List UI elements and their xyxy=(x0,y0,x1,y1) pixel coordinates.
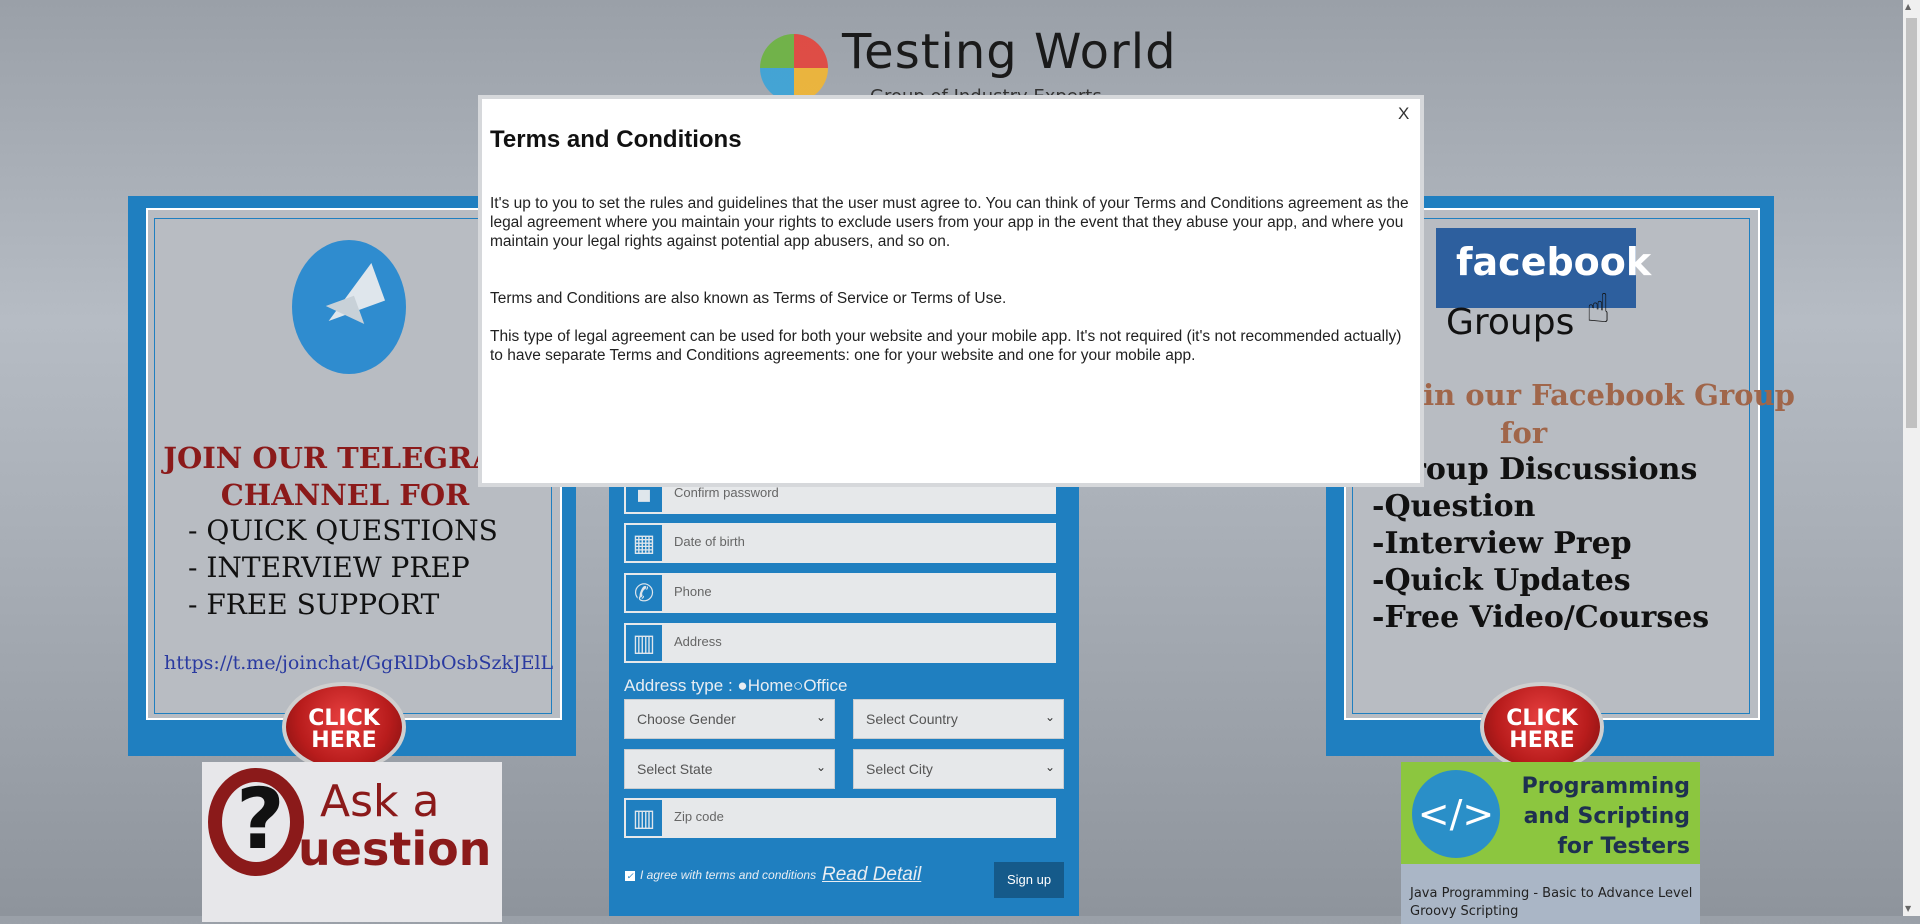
chevron-down-icon: ⌄ xyxy=(1044,760,1055,774)
facebook-heading-for: for xyxy=(1500,416,1548,450)
facebook-groups-text: Groups xyxy=(1446,302,1575,343)
zip-code-field[interactable]: ▥ Zip code xyxy=(624,798,1056,838)
agree-checkbox[interactable]: ✓ xyxy=(624,869,636,882)
read-detail-link[interactable]: Read Detail xyxy=(822,864,921,886)
phone-field[interactable]: ✆ Phone xyxy=(624,573,1056,613)
state-select[interactable]: Select State ⌄ xyxy=(624,749,835,789)
facebook-logo-text: facebook xyxy=(1456,240,1652,284)
site-title: Testing World xyxy=(842,24,1177,80)
facebook-heading: Join our Facebook Group xyxy=(1390,378,1795,412)
modal-paragraph: Terms and Conditions are also known as T… xyxy=(490,290,1007,307)
country-select[interactable]: Select Country ⌄ xyxy=(853,699,1064,739)
modal-title: Terms and Conditions xyxy=(490,126,742,153)
ask-question-line1: Ask a xyxy=(320,776,440,827)
modal-paragraph: This type of legal agreement can be used… xyxy=(490,328,1402,364)
agree-terms[interactable]: ✓ I agree with terms and conditions xyxy=(624,868,816,882)
site-logo xyxy=(760,34,828,102)
telegram-link[interactable]: https://t.me/joinchat/GgRlDbOsbSzkJElL xyxy=(164,652,553,674)
date-of-birth-field[interactable]: ▦ Date of birth xyxy=(624,523,1056,563)
telegram-heading: JOIN OUR TELEGRAM CHANNEL FOR xyxy=(163,441,527,512)
calendar-icon: ▦ xyxy=(624,523,664,563)
telegram-click-here-button[interactable]: CLICK HERE xyxy=(282,682,406,772)
facebook-item: -Question xyxy=(1372,489,1536,524)
map-icon: ▥ xyxy=(624,798,664,838)
ask-question-line2: uestion xyxy=(298,822,492,876)
phone-icon: ✆ xyxy=(624,573,664,613)
chevron-down-icon: ⌄ xyxy=(815,710,826,724)
address-field[interactable]: ▥ Address xyxy=(624,623,1056,663)
home-radio[interactable]: ● xyxy=(737,676,747,695)
chevron-down-icon: ⌄ xyxy=(815,760,826,774)
office-radio[interactable]: ○ xyxy=(793,676,803,695)
code-icon: </> xyxy=(1412,770,1500,858)
facebook-item: -Free Video/Courses xyxy=(1372,600,1710,635)
address-type: Address type : ●Home○Office xyxy=(624,676,848,695)
pointer-hand-icon: ☝ xyxy=(1586,286,1611,332)
facebook-item: -Interview Prep xyxy=(1372,526,1632,561)
telegram-item: - INTERVIEW PREP xyxy=(188,551,470,584)
city-select[interactable]: Select City ⌄ xyxy=(853,749,1064,789)
scroll-up-icon[interactable]: ▲ xyxy=(1905,2,1911,11)
close-button[interactable]: X xyxy=(1398,104,1409,124)
telegram-item: - QUICK QUESTIONS xyxy=(188,514,498,547)
modal-paragraph: It's up to you to set the rules and guid… xyxy=(490,195,1409,250)
programming-banner-text: Programming and Scripting for Testers xyxy=(1521,774,1690,859)
facebook-click-here-button[interactable]: CLICK HERE xyxy=(1480,682,1604,772)
telegram-item: - FREE SUPPORT xyxy=(188,588,440,621)
map-icon: ▥ xyxy=(624,623,664,663)
signup-button[interactable]: Sign up xyxy=(994,862,1064,898)
chevron-down-icon: ⌄ xyxy=(1044,710,1055,724)
gender-select[interactable]: Choose Gender ⌄ xyxy=(624,699,835,739)
course-link[interactable]: Groovy Scripting xyxy=(1410,904,1518,919)
scrollbar-thumb[interactable] xyxy=(1906,18,1917,428)
course-link[interactable]: Java Programming - Basic to Advance Leve… xyxy=(1410,886,1692,901)
scroll-down-icon[interactable]: ▼ xyxy=(1905,904,1911,913)
facebook-item: -Quick Updates xyxy=(1372,563,1631,598)
